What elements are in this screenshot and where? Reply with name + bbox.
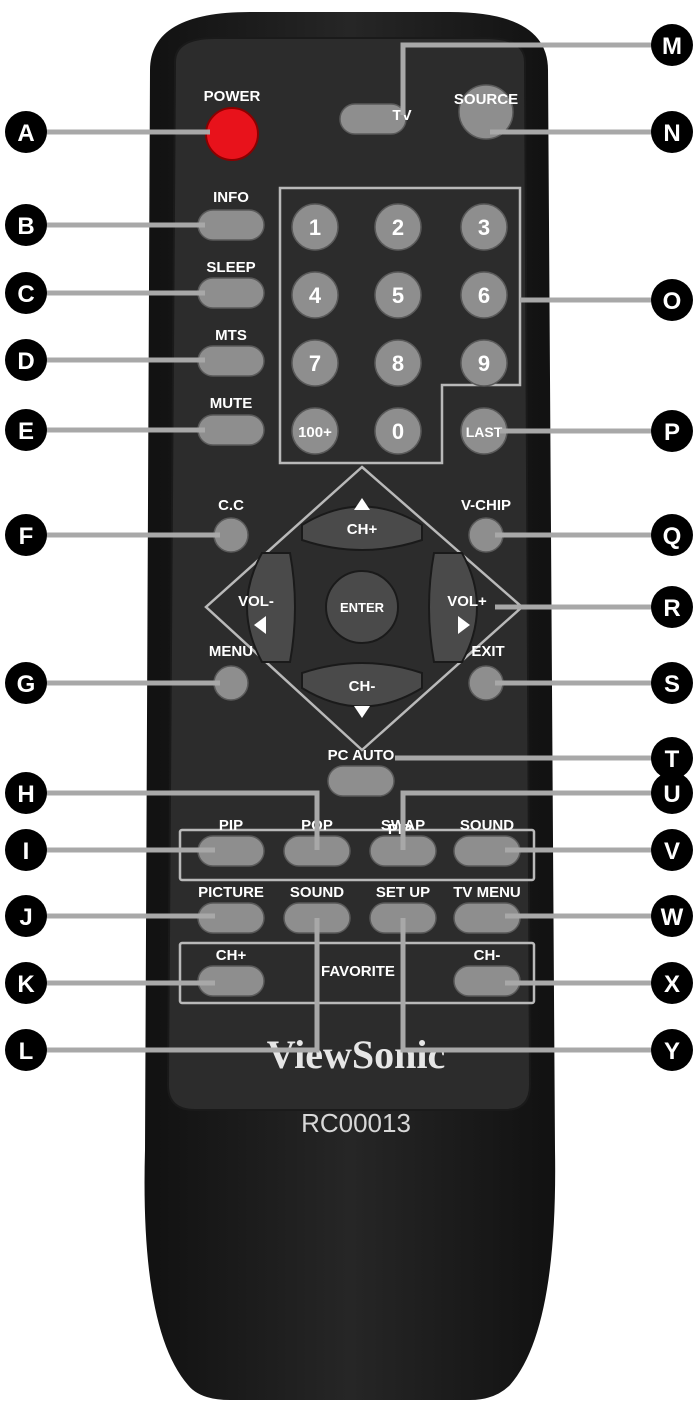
numpad-key-label: 100+ [298,424,332,441]
numpad-key-label: 1 [309,215,321,240]
callout-b: B [5,204,47,246]
callout-r: R [651,586,693,628]
numpad-key-label: 3 [478,215,490,240]
numpad-key-label: 4 [309,283,322,308]
numpad-key-label: 5 [392,283,404,308]
svg-text:I: I [23,838,30,865]
svg-text:C: C [17,281,34,308]
source-label: SOURCE [454,91,518,108]
callout-y: Y [651,1029,693,1071]
callout-d: D [5,339,47,381]
info-label: INFO [213,189,249,206]
model-number: RC00013 [301,1108,411,1138]
svg-text:A: A [17,120,34,147]
fav-ch-down-label: CH- [474,947,501,964]
remote-diagram: POWER TV SOURCE INFO SLEEP MTS MUTE 1 2 … [5,12,693,1400]
callout-g: G [5,662,47,704]
svg-text:K: K [17,971,35,998]
callout-s: S [651,662,693,704]
menu-label: MENU [209,643,253,660]
svg-text:D: D [17,348,34,375]
svg-text:L: L [19,1038,34,1065]
svg-text:J: J [19,904,32,931]
svg-text:F: F [19,523,34,550]
callout-l: L [5,1029,47,1071]
svg-text:M: M [662,33,682,60]
callout-e: E [5,409,47,451]
vol-down-label: VOL- [238,593,274,610]
power-button[interactable] [205,107,259,161]
tv-menu-label: TV MENU [453,884,521,901]
fav-ch-up-label: CH+ [216,947,247,964]
callout-o: O [651,279,693,321]
setup-label: SET UP [376,884,430,901]
picture-label: PICTURE [198,884,264,901]
cc-label: C.C [218,497,244,514]
svg-text:Y: Y [664,1038,680,1065]
numpad-key-label: 0 [392,419,404,444]
svg-text:U: U [663,781,680,808]
callout-j: J [5,895,47,937]
svg-text:N: N [663,120,680,147]
numpad-key-label: 6 [478,283,490,308]
exit-label: EXIT [471,643,504,660]
ch-down-label: CH- [349,678,376,695]
callout-w: W [651,895,693,937]
brand-logo: ViewSonic [267,1032,446,1077]
callout-u: U [651,772,693,814]
info-button[interactable] [197,209,265,241]
sound-label: SOUND [290,884,344,901]
callout-x: X [651,962,693,1004]
callout-i: I [5,829,47,871]
callout-h: H [5,772,47,814]
svg-text:Q: Q [663,523,682,550]
power-label: POWER [204,88,261,105]
callout-m: M [651,24,693,66]
numpad-key-label: 8 [392,351,404,376]
svg-text:B: B [17,213,34,240]
ch-up-label: CH+ [347,521,378,538]
callout-q: Q [651,514,693,556]
enter-label: ENTER [340,600,385,615]
callout-v: V [651,829,693,871]
callout-a: A [5,111,47,153]
mute-button[interactable] [197,414,265,446]
numpad-key-label: 9 [478,351,490,376]
mts-label: MTS [215,327,247,344]
pip-label: PIP [219,817,243,834]
numpad-key-label: LAST [466,424,503,440]
mute-label: MUTE [210,395,253,412]
svg-text:X: X [664,971,680,998]
svg-text:R: R [663,595,680,622]
svg-text:T: T [665,746,680,773]
svg-text:H: H [17,781,34,808]
callout-f: F [5,514,47,556]
callout-n: N [651,111,693,153]
favorite-label: FAVORITE [321,963,395,980]
svg-text:O: O [663,288,682,315]
pc-auto-label: PC AUTO [328,747,395,764]
numpad-key-label: 7 [309,351,321,376]
svg-text:E: E [18,418,34,445]
pip-sound-label: SOUND [460,817,514,834]
callout-p: P [651,410,693,452]
sleep-button[interactable] [197,277,265,309]
pc-auto-button[interactable] [327,765,395,797]
svg-text:V: V [664,838,680,865]
vol-up-label: VOL+ [447,593,487,610]
svg-text:G: G [17,671,36,698]
numpad-key-label: 2 [392,215,404,240]
svg-text:W: W [661,904,684,931]
svg-text:S: S [664,671,680,698]
mts-button[interactable] [197,345,265,377]
sleep-label: SLEEP [206,259,255,276]
callout-c: C [5,272,47,314]
svg-text:P: P [664,419,680,446]
callout-k: K [5,962,47,1004]
vchip-label: V-CHIP [461,497,511,514]
